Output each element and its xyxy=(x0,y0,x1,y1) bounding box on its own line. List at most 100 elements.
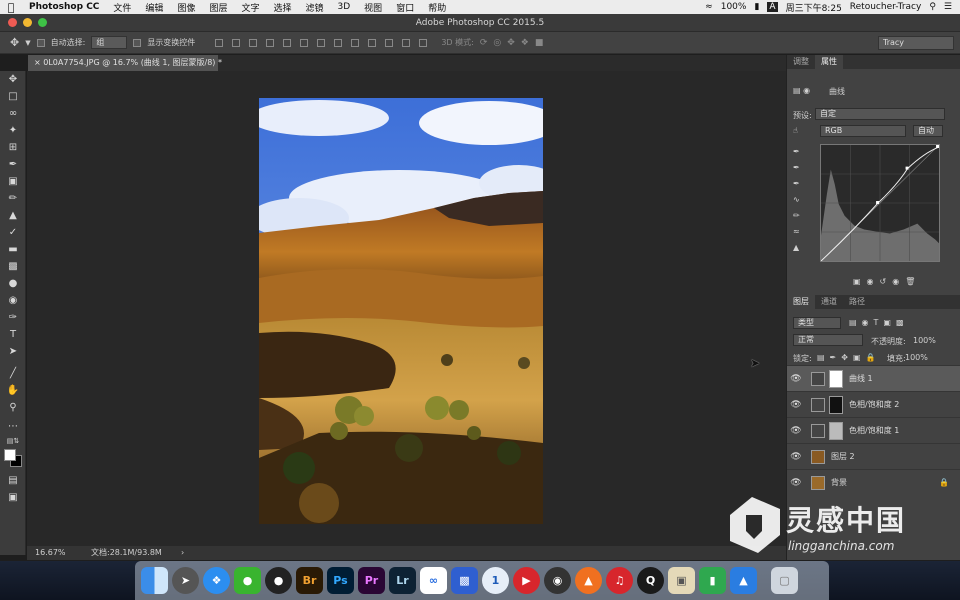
wechat-icon[interactable]: ● xyxy=(234,567,261,594)
video-editor-icon[interactable]: ▩ xyxy=(451,567,478,594)
visibility-eye-icon[interactable]: 👁 xyxy=(787,400,805,410)
menu-3d[interactable]: 3D xyxy=(331,2,358,12)
clipping-warning-icon[interactable]: ▲ xyxy=(793,243,799,252)
dodge-tool-icon[interactable]: ◉ xyxy=(6,295,20,307)
tab-layers[interactable]: 图层 xyxy=(787,295,815,309)
layer-name[interactable]: 色相/饱和度 2 xyxy=(849,399,899,410)
battery-icon[interactable]: ▮ xyxy=(754,2,759,12)
launchpad-icon[interactable]: ➤ xyxy=(172,567,199,594)
quicktime-icon[interactable]: Q xyxy=(637,567,664,594)
preview-icon[interactable]: ▣ xyxy=(668,567,695,594)
document-tab[interactable]: × 0L0A7754.JPG @ 16.7% (曲线 1, 图层蒙版/8) * xyxy=(28,55,222,71)
apple-menu-icon[interactable]:  xyxy=(0,1,22,14)
move-tool-icon[interactable]: ✥ xyxy=(6,74,20,86)
3d-slide-icon[interactable]: ❖ xyxy=(521,38,529,48)
auto-align-icon[interactable] xyxy=(419,38,428,47)
hand-tool-icon[interactable]: ✋ xyxy=(6,385,20,397)
layer-mask-thumbnail[interactable] xyxy=(829,369,843,388)
eyedropper-tool-icon[interactable]: ✒ xyxy=(6,159,20,171)
align-left-icon[interactable] xyxy=(266,38,275,47)
default-colors-icon[interactable]: ▤⇅ xyxy=(6,435,20,447)
safari-icon[interactable]: ❖ xyxy=(203,567,230,594)
numbers-icon[interactable]: ▮ xyxy=(699,567,726,594)
clock[interactable]: 周三下午8:25 xyxy=(786,1,842,14)
lasso-tool-icon[interactable]: ∞ xyxy=(6,108,20,120)
align-vcenter-icon[interactable] xyxy=(232,38,241,47)
line-tool-icon[interactable]: ╱ xyxy=(6,368,20,380)
panel-footer-icons[interactable]: ▣◉↺◉🗑 xyxy=(853,277,921,286)
brush-tool-icon[interactable]: ✏ xyxy=(6,193,20,205)
clone-stamp-tool-icon[interactable]: ▲ xyxy=(6,210,20,222)
curves-graph[interactable] xyxy=(820,144,940,262)
marquee-tool-icon[interactable]: □ xyxy=(6,91,20,103)
align-hcenter-icon[interactable] xyxy=(283,38,292,47)
auto-select-dropdown[interactable]: 组 xyxy=(91,36,128,49)
bridge-icon[interactable]: Br xyxy=(296,567,323,594)
status-menu-arrow-icon[interactable]: › xyxy=(181,546,184,560)
workspace-switcher[interactable]: Tracy xyxy=(878,36,954,50)
zoom-level[interactable]: 16.67% xyxy=(35,546,66,560)
draw-curve-icon[interactable]: ✏ xyxy=(793,211,800,220)
distribute-top-icon[interactable] xyxy=(317,38,326,47)
path-selection-tool-icon[interactable]: ➤ xyxy=(6,346,20,358)
finder-icon[interactable] xyxy=(141,567,168,594)
more-tools-icon[interactable]: ⋯ xyxy=(6,421,20,433)
document-canvas[interactable] xyxy=(27,71,786,546)
pen-tool-icon[interactable]: ✑ xyxy=(6,312,20,324)
menu-edit[interactable]: 编辑 xyxy=(138,1,170,14)
3d-scale-icon[interactable]: ■ xyxy=(535,38,544,48)
quick-mask-icon[interactable]: ▤ xyxy=(6,475,20,487)
channel-dropdown[interactable]: RGB xyxy=(820,125,906,137)
align-top-icon[interactable] xyxy=(215,38,224,47)
layer-name[interactable]: 图层 2 xyxy=(831,451,855,462)
foreground-color-swatch[interactable] xyxy=(4,449,16,461)
layer-mask-thumbnail[interactable] xyxy=(829,421,843,440)
history-brush-tool-icon[interactable]: ✓ xyxy=(6,227,20,239)
menu-help[interactable]: 帮助 xyxy=(421,1,453,14)
layer-filter-dropdown[interactable]: 类型 xyxy=(793,317,841,329)
healing-brush-tool-icon[interactable]: ▣ xyxy=(6,176,20,188)
blur-tool-icon[interactable]: ● xyxy=(6,278,20,290)
menu-layer[interactable]: 图层 xyxy=(202,1,234,14)
tab-adjustments[interactable]: 调整 xyxy=(787,55,815,69)
input-source-icon[interactable]: A xyxy=(767,2,778,12)
3d-roll-icon[interactable]: ◎ xyxy=(493,38,501,48)
move-tool-preset-icon[interactable]: ✥ xyxy=(10,36,19,49)
menu-filter[interactable]: 滤镜 xyxy=(299,1,331,14)
qq-icon[interactable]: ● xyxy=(265,567,292,594)
layer-row-hue-sat-1[interactable]: 👁 色相/饱和度 1 xyxy=(787,417,960,443)
layer-name[interactable]: 色相/饱和度 1 xyxy=(849,425,899,436)
tab-properties[interactable]: 属性 xyxy=(815,55,843,69)
keynote-icon[interactable]: ▲ xyxy=(730,567,757,594)
visibility-eye-icon[interactable]: 👁 xyxy=(787,452,805,462)
layer-row-curves-1[interactable]: 👁 曲线 1 xyxy=(787,365,960,391)
distribute-left-icon[interactable] xyxy=(368,38,377,47)
layer-filter-icons[interactable]: ▤◉T▣▩ xyxy=(849,318,909,327)
photoshop-icon[interactable]: Ps xyxy=(327,567,354,594)
menu-image[interactable]: 图像 xyxy=(170,1,202,14)
edit-points-icon[interactable]: ∿ xyxy=(793,195,800,204)
smooth-curve-icon[interactable]: ≈ xyxy=(793,227,800,236)
eraser-tool-icon[interactable]: ▬ xyxy=(6,244,20,256)
visibility-eye-icon[interactable]: 👁 xyxy=(787,478,805,488)
fill-value[interactable]: 100% xyxy=(905,353,928,362)
lock-icons[interactable]: ▤✒✥▣🔒 xyxy=(817,353,880,362)
quick-selection-tool-icon[interactable]: ✦ xyxy=(6,125,20,137)
lightroom-icon[interactable]: Lr xyxy=(389,567,416,594)
menu-type[interactable]: 文字 xyxy=(234,1,266,14)
3d-drag-icon[interactable]: ✥ xyxy=(507,38,515,48)
netease-music-icon[interactable]: ♫ xyxy=(606,567,633,594)
menu-file[interactable]: 文件 xyxy=(106,1,138,14)
notification-center-icon[interactable]: ☰ xyxy=(944,2,952,12)
tab-paths[interactable]: 路径 xyxy=(843,295,871,309)
layer-name[interactable]: 背景 xyxy=(831,477,847,488)
menu-window[interactable]: 窗口 xyxy=(389,1,421,14)
show-transform-checkbox[interactable] xyxy=(133,38,142,47)
sample-gray-icon[interactable]: ✒ xyxy=(793,163,800,172)
layer-row-hue-sat-2[interactable]: 👁 色相/饱和度 2 xyxy=(787,391,960,417)
layer-name[interactable]: 曲线 1 xyxy=(849,373,873,384)
3d-orbit-icon[interactable]: ⟳ xyxy=(480,38,488,48)
zoom-tool-icon[interactable]: ⚲ xyxy=(6,402,20,414)
auto-button[interactable]: 自动 xyxy=(913,125,943,137)
opacity-value[interactable]: 100% xyxy=(913,336,936,345)
